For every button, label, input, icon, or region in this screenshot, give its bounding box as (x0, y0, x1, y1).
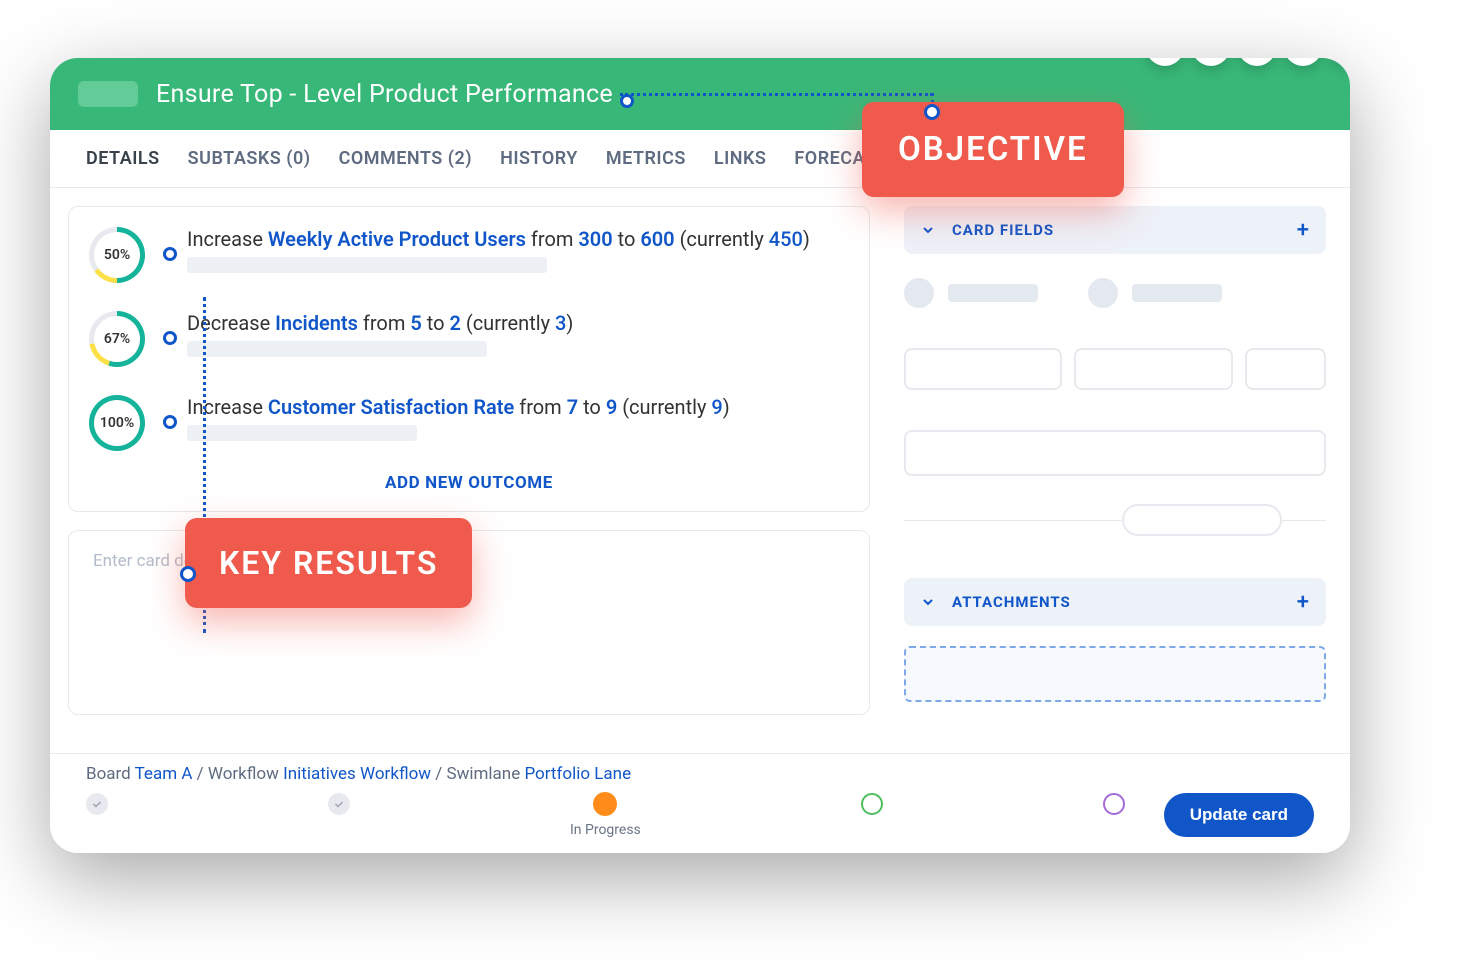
chevron-down-icon (920, 594, 936, 610)
status-current-label: In Progress (570, 822, 641, 838)
check-icon (333, 798, 345, 810)
add-field-button[interactable]: + (1297, 218, 1310, 243)
progress-value: 50% (104, 247, 130, 263)
layout-button[interactable] (1238, 58, 1276, 66)
objective-end-dot (924, 104, 940, 120)
close-button[interactable] (1330, 58, 1350, 66)
attachments-section-header[interactable]: ATTACHMENTS + (904, 578, 1326, 626)
tab-details[interactable]: DETAILS (86, 148, 160, 169)
status-step-next[interactable] (1103, 793, 1125, 837)
card-fields-section-header[interactable]: CARD FIELDS + (904, 206, 1326, 254)
check-icon (91, 798, 103, 810)
status-step-next[interactable] (861, 793, 883, 837)
modal-toolbar (1146, 58, 1350, 66)
avatar-skeleton (904, 278, 934, 308)
breadcrumb: Board Team A / Workflow Initiatives Work… (50, 754, 1350, 784)
card-color-chip[interactable] (78, 81, 138, 107)
kr-anchor-dot (163, 415, 177, 429)
attachments-label: ATTACHMENTS (952, 593, 1071, 611)
text-skeleton (948, 284, 1038, 302)
breadcrumb-swimlane-link[interactable]: Portfolio Lane (524, 764, 631, 784)
tab-subtasks[interactable]: SUBTASKS (0) (188, 148, 311, 169)
breadcrumb-workflow-link[interactable]: Initiatives Workflow (283, 764, 431, 784)
field-input-large[interactable] (904, 430, 1326, 476)
card-title[interactable]: Ensure Top - Level Product Performance (156, 80, 613, 109)
add-attachment-button[interactable]: + (1297, 590, 1310, 615)
tab-history[interactable]: HISTORY (500, 148, 578, 169)
tab-comments[interactable]: COMMENTS (2) (339, 148, 473, 169)
tab-metrics[interactable]: METRICS (606, 148, 686, 169)
kr-subtext-skeleton (187, 341, 487, 357)
card-footer: Board Team A / Workflow Initiatives Work… (50, 753, 1350, 853)
kr-text: Increase Customer Satisfaction Rate from… (187, 395, 730, 419)
text-skeleton (1132, 284, 1222, 302)
breadcrumb-board-link[interactable]: Team A (135, 764, 193, 784)
kr-anchor-dot (163, 331, 177, 345)
kr-subtext-skeleton (187, 257, 547, 273)
collapsed-pill[interactable] (1122, 504, 1282, 536)
progress-gauge: 100% (89, 395, 145, 451)
kr-text: Decrease Incidents from 5 to 2 (currentl… (187, 311, 573, 335)
card-modal: Ensure Top - Level Product Performance D… (50, 58, 1350, 853)
status-step-done[interactable] (328, 793, 350, 837)
progress-gauge: 50% (89, 227, 145, 283)
status-track: In Progress (86, 792, 1125, 838)
callout-key-results: KEY RESULTS (185, 518, 472, 608)
attachment-dropzone[interactable] (904, 646, 1326, 702)
color-button[interactable] (1146, 58, 1184, 66)
progress-value: 100% (100, 415, 134, 431)
warning-button[interactable] (1192, 58, 1230, 66)
progress-value: 67% (104, 331, 130, 347)
kr-subtext-skeleton (187, 425, 417, 441)
card-tabs: DETAILS SUBTASKS (0) COMMENTS (2) HISTOR… (50, 130, 1350, 188)
chevron-down-icon (920, 222, 936, 238)
tab-links[interactable]: LINKS (714, 148, 767, 169)
callout-objective: OBJECTIVE (862, 102, 1124, 197)
section-separator (904, 504, 1326, 536)
kr-anchor-dot (163, 247, 177, 261)
card-fields-label: CARD FIELDS (952, 221, 1054, 239)
kr-end-dot (180, 566, 196, 582)
field-input[interactable] (904, 348, 1062, 390)
avatar-skeleton (1088, 278, 1118, 308)
field-skeleton-row (904, 278, 1326, 308)
field-inputs-row (904, 348, 1326, 390)
objective-connector (620, 93, 933, 96)
progress-gauge: 67% (89, 311, 145, 367)
key-result-row[interactable]: 50% Increase Weekly Active Product Users… (89, 227, 849, 283)
objective-anchor-dot (620, 94, 634, 108)
outcomes-panel: 50% Increase Weekly Active Product Users… (68, 206, 870, 512)
update-card-button[interactable]: Update card (1164, 793, 1314, 837)
field-input[interactable] (1245, 348, 1326, 390)
kr-text: Increase Weekly Active Product Users fro… (187, 227, 810, 251)
status-step-current[interactable]: In Progress (570, 792, 641, 838)
status-step-done[interactable] (86, 793, 108, 837)
field-input[interactable] (1074, 348, 1232, 390)
more-button[interactable] (1284, 58, 1322, 66)
